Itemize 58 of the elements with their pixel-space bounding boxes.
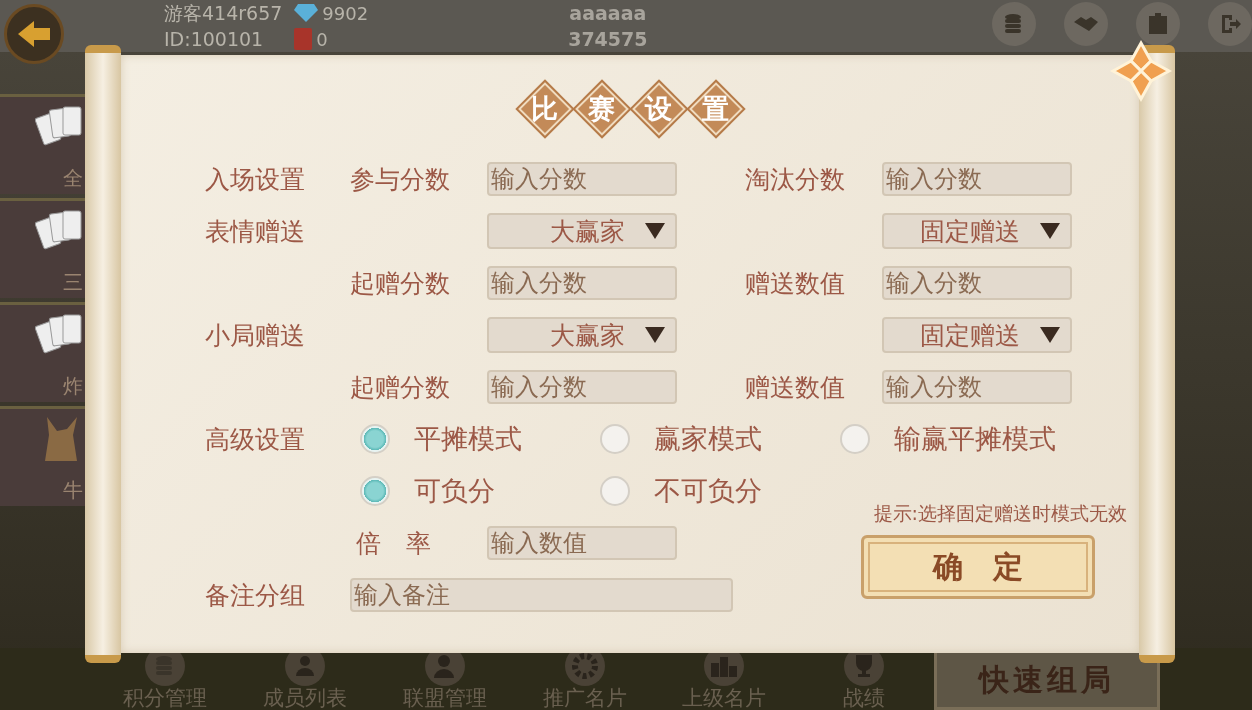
points-count: 0: [316, 28, 328, 50]
back-button[interactable]: [4, 4, 64, 64]
section-label: 备注分组: [205, 579, 306, 612]
dropdown[interactable]: 固定赠送: [882, 317, 1072, 353]
player-name: 游客414r657: [164, 1, 283, 26]
radio-option[interactable]: 赢家模式: [600, 421, 840, 457]
section-label: 表情赠送: [205, 215, 306, 248]
field-label: 起赠分数: [350, 267, 451, 300]
field-label: 赠送数值: [745, 267, 846, 300]
game-tile[interactable]: 全: [0, 94, 85, 194]
input-field[interactable]: 输入分数: [487, 266, 677, 300]
header-action[interactable]: [1136, 0, 1180, 46]
field-label: 参与分数: [350, 163, 451, 196]
close-button[interactable]: [1109, 39, 1173, 103]
caret-icon: [645, 223, 665, 239]
title-tile: 置: [689, 83, 742, 135]
section-label: 小局赠送: [205, 319, 306, 352]
input-field[interactable]: 输入分数: [882, 370, 1072, 404]
dropdown[interactable]: 大赢家: [487, 213, 677, 249]
room-name: aaaaaa: [569, 1, 647, 26]
caret-icon: [1040, 327, 1060, 343]
input-field[interactable]: 输入分数: [882, 266, 1072, 300]
room-number: 374575: [568, 27, 648, 52]
confirm-button[interactable]: 确 定: [861, 535, 1095, 599]
dropdown[interactable]: 大赢家: [487, 317, 677, 353]
flower-icon: [1109, 39, 1173, 103]
section-label: 入场设置: [205, 163, 306, 196]
radio-option[interactable]: 不可负分: [600, 473, 840, 509]
dropdown[interactable]: 固定赠送: [882, 213, 1072, 249]
field-label: 倍 率: [355, 527, 432, 560]
input-field[interactable]: 输入备注: [350, 578, 733, 612]
diamond-count: 9902: [322, 2, 369, 24]
input-field[interactable]: 输入分数: [487, 162, 677, 196]
input-field[interactable]: 输入分数: [882, 162, 1072, 196]
title-tile: 赛: [575, 83, 628, 135]
field-label: 起赠分数: [350, 371, 451, 404]
game-tile[interactable]: 炸: [0, 302, 85, 402]
input-field[interactable]: 输入数值: [487, 526, 677, 560]
title-tile: 设: [632, 83, 685, 135]
hint-text: 提示:选择固定赠送时模式无效: [873, 501, 1127, 526]
field-label: 赠送数值: [745, 371, 846, 404]
game-tile[interactable]: 三: [0, 198, 85, 298]
caret-icon: [645, 327, 665, 343]
radio-option[interactable]: 平摊模式: [360, 421, 600, 457]
game-tile[interactable]: 牛: [0, 406, 85, 506]
diamond-icon: [294, 4, 319, 22]
input-field[interactable]: 输入分数: [487, 370, 677, 404]
back-arrow-icon: [16, 19, 52, 49]
radio-option[interactable]: 输赢平摊模式: [840, 421, 1080, 457]
caret-icon: [1040, 223, 1060, 239]
gear-icon: [570, 652, 599, 680]
section-label: 高级设置: [205, 423, 306, 456]
points-card-icon: [294, 28, 313, 50]
radio-option[interactable]: 可负分: [360, 473, 600, 509]
player-id: ID:100101: [164, 27, 265, 52]
field-label: 淘汰分数: [745, 163, 846, 196]
title-tile: 比: [518, 83, 571, 135]
podium-icon: [710, 655, 739, 677]
